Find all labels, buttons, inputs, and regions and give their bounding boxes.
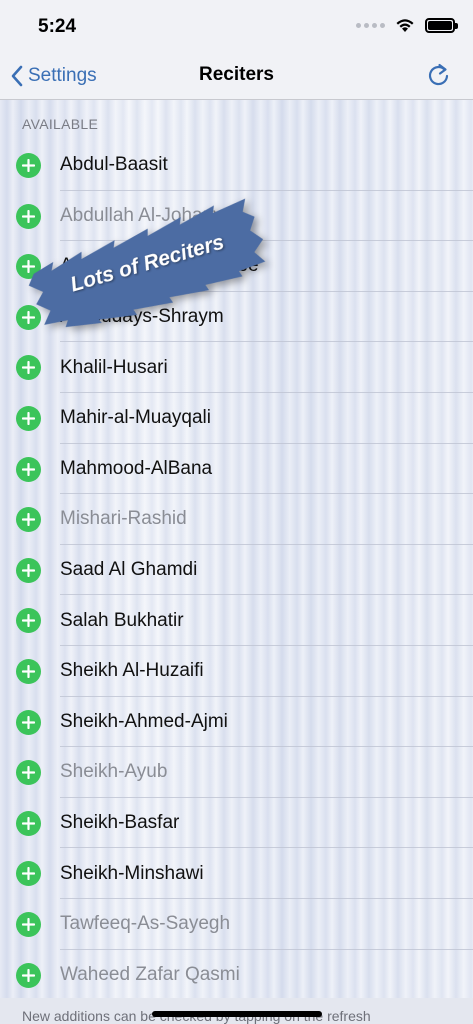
reciter-row[interactable]: Mahir-al-Muayqali — [0, 393, 473, 444]
add-circle-icon[interactable] — [16, 658, 41, 684]
reciter-row[interactable]: Sheikh-Ahmed-Ajmi — [0, 697, 473, 748]
add-circle-icon[interactable] — [16, 203, 41, 229]
wifi-icon — [396, 19, 414, 32]
reciter-row[interactable]: Abdul-Baasit — [0, 140, 473, 191]
reciter-row[interactable]: Khalil-Husari — [0, 342, 473, 393]
reciter-name: Khalil-Husari — [60, 356, 168, 378]
reciter-row[interactable]: Tawfeeq-As-Sayegh — [0, 899, 473, 950]
add-circle-icon[interactable] — [16, 709, 41, 735]
add-circle-icon[interactable] — [16, 810, 41, 836]
reciter-name: Saad Al Ghamdi — [60, 559, 198, 581]
add-circle-icon[interactable] — [16, 962, 41, 988]
reciter-name: Mishari-Rashid — [60, 508, 187, 530]
add-circle-icon[interactable] — [16, 608, 41, 634]
status-icons — [356, 18, 458, 33]
reciter-name: Sheikh-Ayub — [60, 761, 168, 783]
refresh-button[interactable] — [423, 60, 455, 92]
add-circle-icon[interactable] — [16, 153, 41, 178]
reciter-row[interactable]: Saad Al Ghamdi — [0, 545, 473, 596]
add-circle-icon[interactable] — [16, 861, 41, 887]
add-circle-icon[interactable] — [16, 456, 41, 482]
reciter-name: Abdul-Baasit — [60, 154, 168, 176]
home-indicator — [152, 1011, 322, 1017]
add-circle-icon[interactable] — [16, 355, 41, 381]
add-circle-icon[interactable] — [16, 405, 41, 431]
add-circle-icon[interactable] — [16, 760, 41, 786]
add-circle-icon[interactable] — [16, 911, 41, 937]
battery-icon — [425, 18, 458, 33]
section-header-available: AVAILABLE — [22, 116, 99, 132]
reciter-row[interactable]: Waheed Zafar Qasmi — [0, 950, 473, 1001]
reciter-row[interactable]: Salah Bukhatir — [0, 595, 473, 646]
page-title: Reciters — [199, 64, 274, 85]
reciter-name: Waheed Zafar Qasmi — [60, 963, 240, 985]
reciter-row[interactable]: Sheikh-Ayub — [0, 747, 473, 798]
refresh-icon — [428, 63, 449, 86]
reciter-name: Tawfeeq-As-Sayegh — [60, 913, 231, 935]
add-circle-icon[interactable] — [16, 557, 41, 583]
status-time: 5:24 — [38, 16, 77, 37]
reciter-name: Sheikh-Basfar — [60, 812, 180, 834]
reciter-name: Sheikh Al-Huzaifi — [60, 660, 204, 682]
status-bar: 5:24 — [0, 0, 473, 52]
reciter-name: Sheikh-Minshawi — [60, 862, 204, 884]
reciter-row[interactable]: Sheikh-Basfar — [0, 798, 473, 849]
reciter-row[interactable]: Mahmood-AlBana — [0, 444, 473, 495]
navigation-bar: Settings Reciters — [0, 52, 473, 100]
reciter-name: Mahmood-AlBana — [60, 457, 213, 479]
reciter-row[interactable]: Sheikh-Minshawi — [0, 848, 473, 899]
reciter-row[interactable]: Mishari-Rashid — [0, 494, 473, 545]
reciter-name: Mahir-al-Muayqali — [60, 407, 211, 429]
reciter-name: Salah Bukhatir — [60, 609, 184, 631]
reciter-name: Sheikh-Ahmed-Ajmi — [60, 710, 228, 732]
reciter-row[interactable]: Sheikh Al-Huzaifi — [0, 646, 473, 697]
signal-dots-icon — [356, 23, 385, 28]
add-circle-icon[interactable] — [16, 507, 41, 533]
